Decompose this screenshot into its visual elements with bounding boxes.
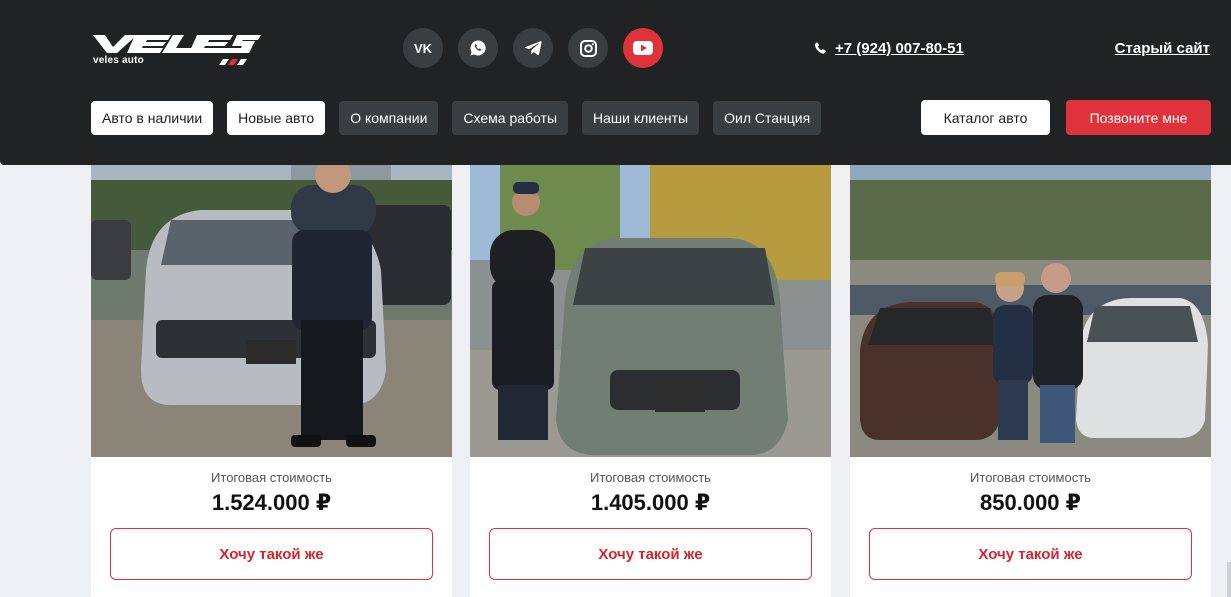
price-label: Итоговая стоимость (590, 470, 711, 485)
car-photo (850, 120, 1211, 457)
phone-icon (814, 42, 826, 54)
instagram-link[interactable] (568, 28, 608, 68)
want-same-button[interactable]: Хочу такой же (489, 528, 812, 580)
price-value: 850.000 ₽ (980, 490, 1081, 515)
logo-stripes-icon (219, 59, 247, 65)
whatsapp-icon (470, 40, 486, 56)
youtube-link[interactable] (623, 28, 663, 68)
nav-item-oil-station[interactable]: Оил Станция (713, 101, 822, 135)
telegram-link[interactable] (513, 28, 553, 68)
car-photo (91, 120, 452, 457)
nav-item-clients[interactable]: Наши клиенты (582, 101, 700, 135)
call-me-button[interactable]: Позвоните мне (1066, 100, 1211, 135)
catalog-button[interactable]: Каталог авто (921, 100, 1050, 135)
site-header: veles auto VK +7 (924) 007-80-51 Старый … (0, 0, 1231, 165)
telegram-icon (524, 41, 542, 56)
car-photo (470, 120, 831, 457)
nav-item-about[interactable]: О компании (339, 101, 439, 135)
price-label: Итоговая стоимость (211, 470, 332, 485)
svg-text:VK: VK (414, 41, 433, 55)
main-nav: Авто в наличии Новые авто О компании Схе… (91, 101, 822, 135)
want-same-button[interactable]: Хочу такой же (869, 528, 1192, 580)
scrollbar-thumb[interactable] (1227, 562, 1231, 597)
phone-number: +7 (924) 007-80-51 (835, 40, 964, 57)
price-value: 1.524.000 ₽ (211, 490, 332, 515)
price-label: Итоговая стоимость (970, 470, 1091, 485)
old-site-link[interactable]: Старый сайт (1115, 40, 1210, 57)
social-links: VK (403, 28, 663, 68)
logo-subtitle: veles auto (93, 55, 144, 66)
instagram-icon (579, 39, 597, 57)
want-same-button[interactable]: Хочу такой же (110, 528, 433, 580)
car-card: Итоговая стоимость 1.524.000 ₽ Хочу тако… (91, 120, 452, 597)
vk-icon: VK (414, 41, 433, 55)
car-card: Итоговая стоимость 1.405.000 ₽ Хочу тако… (470, 120, 831, 597)
nav-item-new-cars[interactable]: Новые авто (227, 101, 326, 135)
youtube-icon (633, 41, 653, 55)
whatsapp-link[interactable] (458, 28, 498, 68)
car-card: Итоговая стоимость 850.000 ₽ Хочу такой … (850, 120, 1211, 597)
nav-item-workflow[interactable]: Схема работы (452, 101, 569, 135)
vk-link[interactable]: VK (403, 28, 443, 68)
price-value: 1.405.000 ₽ (590, 490, 711, 515)
phone-link[interactable]: +7 (924) 007-80-51 (814, 40, 964, 57)
veles-logo[interactable]: veles auto (91, 31, 261, 71)
nav-item-cars-in-stock[interactable]: Авто в наличии (91, 101, 214, 135)
